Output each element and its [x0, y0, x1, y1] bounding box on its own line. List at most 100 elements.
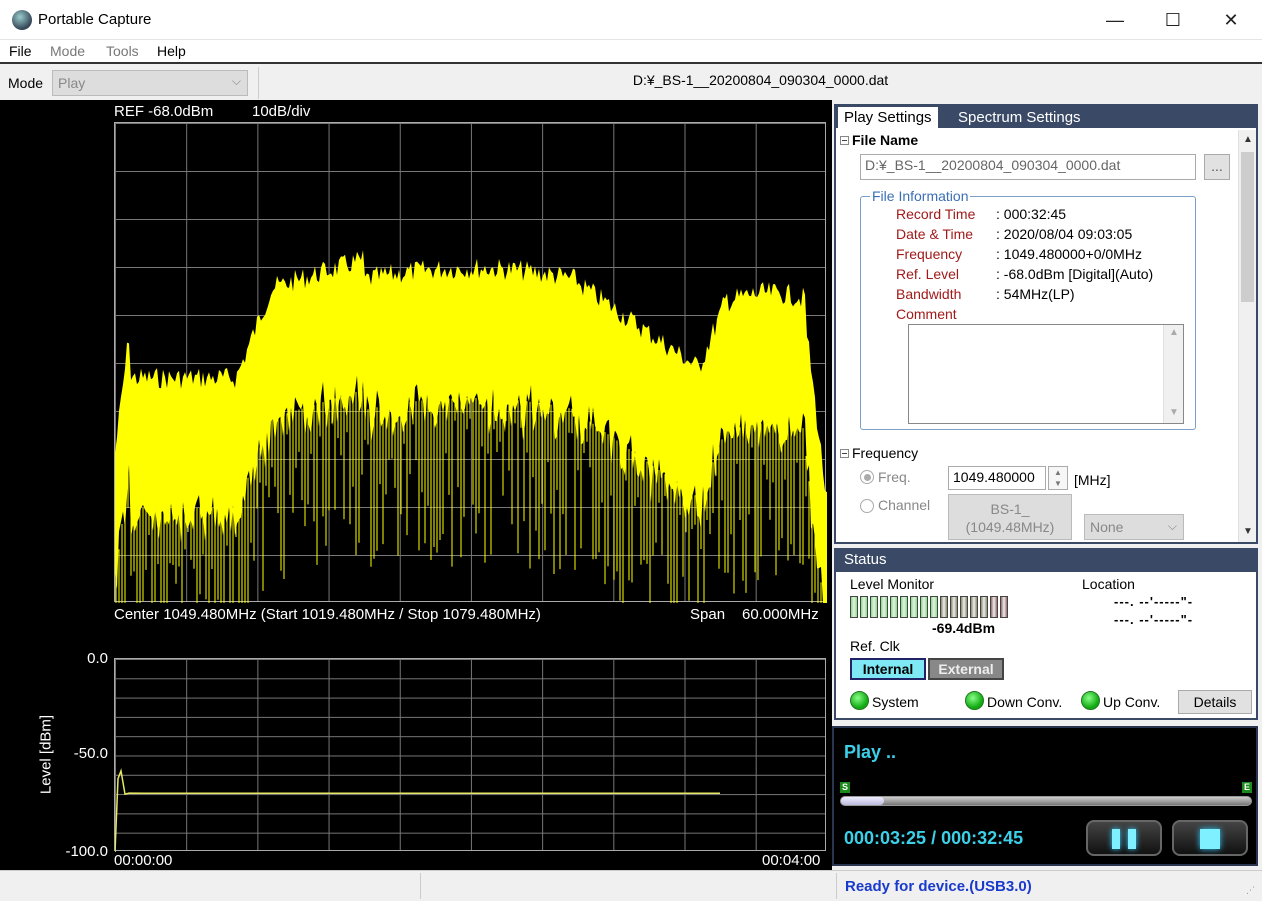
close-button[interactable]: ✕	[1202, 0, 1260, 40]
status-divider	[420, 873, 421, 899]
frequency-head-label: Frequency	[852, 445, 919, 461]
scroll-down-icon[interactable]: ▼	[1169, 407, 1179, 418]
app-icon	[12, 10, 32, 30]
frequency-section-head[interactable]: Frequency	[840, 445, 918, 461]
channel-select-value: None	[1090, 519, 1124, 535]
resize-grip-icon[interactable]: ⋰	[1246, 885, 1255, 896]
system-status-icon	[850, 691, 869, 710]
playback-time: 000:03:25 / 000:32:45	[844, 828, 1024, 848]
status-message: Ready for device.(USB3.0)	[845, 878, 1032, 895]
scroll-down-icon[interactable]: ▼	[1243, 526, 1253, 537]
menu-file[interactable]: File	[9, 43, 32, 59]
menu-help[interactable]: Help	[157, 43, 186, 59]
level-history-graph[interactable]	[114, 658, 826, 852]
level-led	[870, 596, 878, 618]
mode-select[interactable]: Play ⌵	[52, 70, 248, 96]
tab-play-settings[interactable]: Play Settings	[838, 107, 938, 128]
level-tick-0: 0.0	[87, 650, 108, 667]
pause-icon	[1128, 829, 1136, 849]
freq-radio[interactable]	[860, 470, 874, 484]
playback-progress	[841, 797, 884, 805]
file-name-field[interactable]: D:¥_BS-1__20200804_090304_0000.dat	[860, 154, 1196, 180]
ref-level-key: Ref. Level	[896, 266, 960, 282]
channel-radio[interactable]	[860, 499, 874, 513]
maximize-button[interactable]: ☐	[1144, 0, 1202, 40]
file-name-section-head[interactable]: File Name	[840, 132, 918, 148]
channel-radio-label: Channel	[878, 497, 931, 513]
level-axis-label: Level [dBm]	[37, 714, 55, 795]
ref-level-value: : -68.0dBm [Digital](Auto)	[996, 266, 1154, 282]
level-trace-svg	[115, 768, 720, 852]
date-time-value: : 2020/08/04 09:03:05	[996, 226, 1133, 242]
level-led	[900, 596, 908, 618]
level-led	[910, 596, 918, 618]
comment-textarea[interactable]: ▲ ▼	[908, 324, 1184, 424]
level-led	[970, 596, 978, 618]
stop-icon	[1200, 829, 1220, 849]
spin-up-icon[interactable]: ▲	[1054, 468, 1062, 477]
minimize-button[interactable]: —	[1086, 0, 1144, 40]
pause-button[interactable]	[1086, 820, 1162, 856]
scale-label: 10dB/div	[252, 103, 311, 120]
mode-label: Mode	[8, 75, 44, 91]
browse-button[interactable]: ...	[1204, 154, 1230, 180]
level-tick-100: -100.0	[65, 843, 108, 860]
up-conv-label: Up Conv.	[1103, 694, 1161, 710]
comment-key: Comment	[896, 306, 957, 322]
stop-button[interactable]	[1172, 820, 1248, 856]
channel-name: BS-1_	[990, 501, 1030, 517]
file-name-head-label: File Name	[852, 132, 919, 148]
ref-level-label: REF -68.0dBm	[114, 103, 214, 120]
end-marker: E	[1242, 782, 1252, 793]
mode-select-value: Play	[58, 75, 86, 91]
details-button[interactable]: Details	[1178, 690, 1252, 714]
scroll-up-icon[interactable]: ▲	[1243, 134, 1253, 145]
mode-bar: Mode Play ⌵ D:¥_BS-1__20200804_090304_00…	[0, 66, 1262, 100]
channel-select[interactable]: None ⌵	[1084, 514, 1184, 540]
location-label: Location	[1082, 576, 1135, 592]
bandwidth-key: Bandwidth	[896, 286, 962, 302]
frequency-key: Frequency	[896, 246, 963, 262]
bandwidth-value: : 54MHz(LP)	[996, 286, 1075, 302]
comment-scrollbar[interactable]: ▲ ▼	[1163, 325, 1183, 423]
menu-tools[interactable]: Tools	[106, 43, 139, 59]
ref-clk-external: External	[928, 658, 1004, 680]
level-tick-50: -50.0	[73, 745, 108, 762]
level-led	[990, 596, 998, 618]
menu-mode[interactable]: Mode	[50, 43, 85, 59]
record-time-key: Record Time	[896, 206, 976, 222]
chevron-down-icon: ⌵	[1167, 519, 1177, 533]
file-path-display: D:¥_BS-1__20200804_090304_0000.dat	[258, 67, 1262, 99]
freq-input[interactable]: 1049.480000	[948, 466, 1046, 490]
level-led	[1000, 596, 1008, 618]
settings-scrollbar[interactable]: ▲ ▼	[1238, 130, 1256, 542]
tab-spectrum-settings[interactable]: Spectrum Settings	[952, 107, 1087, 128]
player-panel: Play .. S E 000:03:25 / 000:32:45	[832, 726, 1258, 866]
window-title: Portable Capture	[38, 11, 152, 28]
title-bar: Portable Capture — ☐ ✕	[0, 0, 1262, 40]
level-led	[890, 596, 898, 618]
chevron-down-icon: ⌵	[231, 74, 241, 88]
scroll-up-icon[interactable]: ▲	[1169, 327, 1179, 338]
down-conv-status-icon	[965, 691, 984, 710]
playback-slider[interactable]	[840, 796, 1252, 806]
pause-icon	[1112, 829, 1120, 849]
level-time-end: 00:04:00	[762, 852, 821, 869]
spectrum-trace	[115, 250, 827, 603]
start-marker: S	[840, 782, 850, 793]
file-information-title: File Information	[870, 188, 971, 204]
level-time-start: 00:00:00	[114, 852, 173, 869]
status-panel: Status Level Monitor -69.4dBm Location -…	[834, 548, 1258, 720]
center-freq-label: Center 1049.480MHz (Start 1019.480MHz / …	[114, 606, 541, 623]
level-led	[860, 596, 868, 618]
level-led	[930, 596, 938, 618]
channel-freq: (1049.48MHz)	[965, 519, 1055, 535]
scroll-thumb[interactable]	[1241, 152, 1254, 302]
spectrum-graph[interactable]	[114, 122, 827, 603]
freq-spinner[interactable]: ▲ ▼	[1048, 466, 1068, 490]
level-trace	[115, 768, 720, 852]
channel-button[interactable]: BS-1_ (1049.48MHz)	[948, 494, 1072, 540]
level-led	[880, 596, 888, 618]
spin-down-icon[interactable]: ▼	[1054, 479, 1062, 488]
level-led	[850, 596, 858, 618]
